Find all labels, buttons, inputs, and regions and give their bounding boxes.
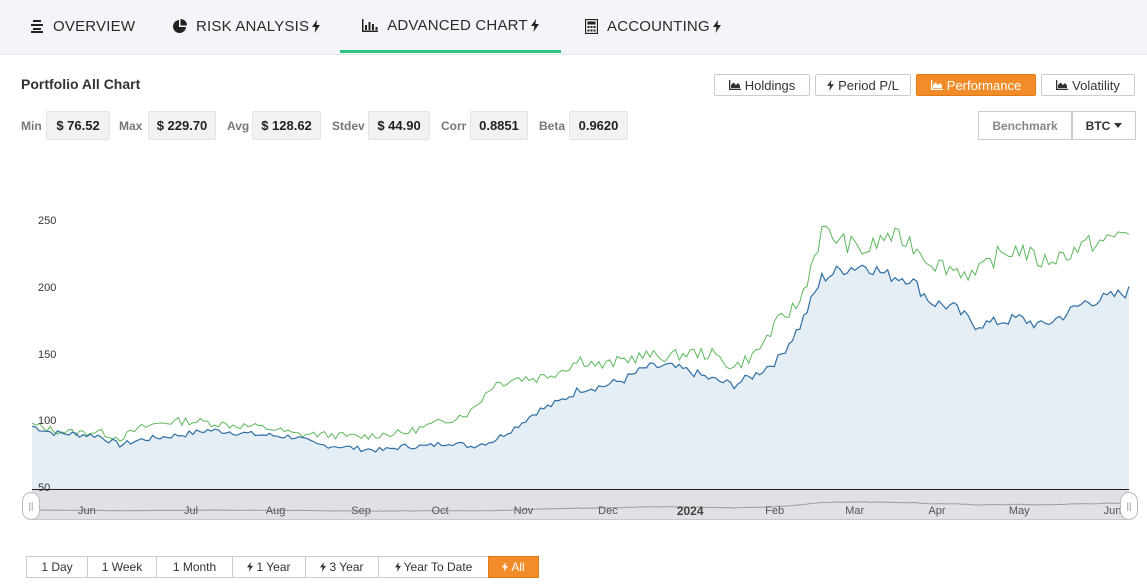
tab-overview[interactable]: OVERVIEW	[30, 0, 135, 52]
navigator-left-handle[interactable]: ||	[22, 492, 40, 520]
caret-down-icon	[1114, 123, 1123, 128]
x-tick-label: Mar	[845, 505, 865, 517]
tab-label: ACCOUNTING	[607, 17, 710, 35]
range-1-year-button[interactable]: 1 Year	[232, 556, 306, 578]
area-chart-icon	[728, 80, 741, 90]
range-1-month-button[interactable]: 1 Month	[156, 556, 233, 578]
y-tick-label: 150	[38, 348, 57, 361]
bolt-icon	[394, 562, 401, 572]
stat-beta-label: Beta	[539, 119, 566, 133]
portfolio-line	[31, 264, 1130, 453]
tab-advanced-chart[interactable]: ADVANCED CHART	[340, 0, 561, 53]
x-tick-label: May	[1008, 505, 1030, 517]
stat-corr-value: 0.8851	[470, 111, 528, 140]
range-3-year-button[interactable]: 3 Year	[305, 556, 379, 578]
y-tick-label: 50	[38, 482, 51, 494]
range-label: All	[511, 560, 525, 574]
x-tick-label: Dec	[598, 505, 618, 517]
tab-label: ADVANCED CHART	[387, 16, 528, 34]
stat-beta-value: 0.9620	[569, 111, 628, 140]
range-1-day-button[interactable]: 1 Day	[26, 556, 88, 578]
list-icon	[30, 19, 44, 33]
x-tick-label: Apr	[928, 505, 946, 517]
period-pl-button[interactable]: Period P/L	[815, 74, 911, 96]
bolt-icon	[320, 562, 327, 572]
x-tick-label: Aug	[265, 505, 286, 517]
stat-min-value: $ 76.52	[46, 111, 110, 140]
range-all-button[interactable]: All	[488, 556, 539, 578]
y-tick-label: 100	[38, 415, 57, 428]
range-1-week-button[interactable]: 1 Week	[87, 556, 157, 578]
range-label: Year To Date	[403, 560, 473, 574]
x-tick-label: Sep	[351, 505, 371, 517]
holdings-label: Holdings	[744, 77, 796, 93]
bolt-icon	[827, 79, 835, 91]
x-tick-label: Nov	[513, 505, 534, 517]
x-tick-label: 2024	[676, 504, 704, 518]
bolt-icon	[712, 19, 721, 33]
volatility-button[interactable]: Volatility	[1041, 74, 1135, 96]
stat-corr-label: Corr	[441, 119, 467, 133]
performance-label: Performance	[946, 77, 1022, 93]
stat-max-label: Max	[119, 119, 143, 133]
range-label: 1 Month	[172, 560, 217, 574]
navigator-right-handle[interactable]: ||	[1120, 492, 1138, 520]
range-label: 3 Year	[329, 560, 364, 574]
bolt-icon	[530, 18, 539, 32]
tab-label: RISK ANALYSIS	[196, 17, 310, 35]
tab-label: OVERVIEW	[53, 17, 136, 35]
area-chart-icon	[1056, 80, 1069, 90]
page-title: Portfolio All Chart	[21, 76, 141, 92]
volatility-label: Volatility	[1072, 77, 1120, 93]
area-chart-icon	[930, 80, 943, 90]
range-label: 1 Week	[101, 560, 143, 574]
period-pl-label: Period P/L	[838, 77, 899, 93]
stat-stdev-label: Stdev	[332, 119, 365, 133]
bolt-icon	[247, 562, 254, 572]
tab-accounting[interactable]: ACCOUNTING	[585, 0, 721, 52]
x-tick-label: Jul	[184, 505, 199, 517]
bolt-icon	[502, 562, 509, 572]
stat-min-label: Min	[21, 119, 42, 133]
performance-button[interactable]: Performance	[916, 74, 1036, 96]
benchmark-select[interactable]: BTC	[1072, 111, 1136, 140]
range-label: 1 Day	[41, 560, 73, 574]
bar-chart-icon	[362, 18, 379, 32]
x-tick-label: Jun	[77, 505, 96, 517]
stat-stdev-value: $ 44.90	[368, 111, 430, 140]
stat-avg-label: Avg	[227, 119, 250, 133]
x-tick-label: Jun	[1103, 505, 1122, 517]
pie-chart-icon	[172, 18, 187, 34]
y-tick-label: 200	[38, 281, 57, 294]
benchmark-line	[31, 225, 1130, 442]
x-tick-label: Feb	[765, 505, 785, 517]
y-tick-label: 250	[38, 215, 57, 227]
portfolio-area	[32, 265, 1129, 489]
tab-risk-analysis[interactable]: RISK ANALYSIS	[172, 0, 321, 52]
benchmark-value: BTC	[1085, 118, 1111, 133]
holdings-button[interactable]: Holdings	[714, 74, 810, 96]
stat-max-value: $ 229.70	[148, 111, 216, 140]
calculator-icon	[585, 18, 598, 34]
bolt-icon	[312, 19, 321, 33]
stat-avg-value: $ 128.62	[252, 111, 321, 140]
x-tick-label: Oct	[431, 505, 449, 517]
tab-bar: OVERVIEW RISK ANALYSIS ADVANCED CHART AC…	[0, 0, 1147, 55]
benchmark-label: Benchmark	[978, 111, 1072, 140]
range-label: 1 Year	[256, 560, 291, 574]
range-year-to-date-button[interactable]: Year To Date	[378, 556, 489, 578]
